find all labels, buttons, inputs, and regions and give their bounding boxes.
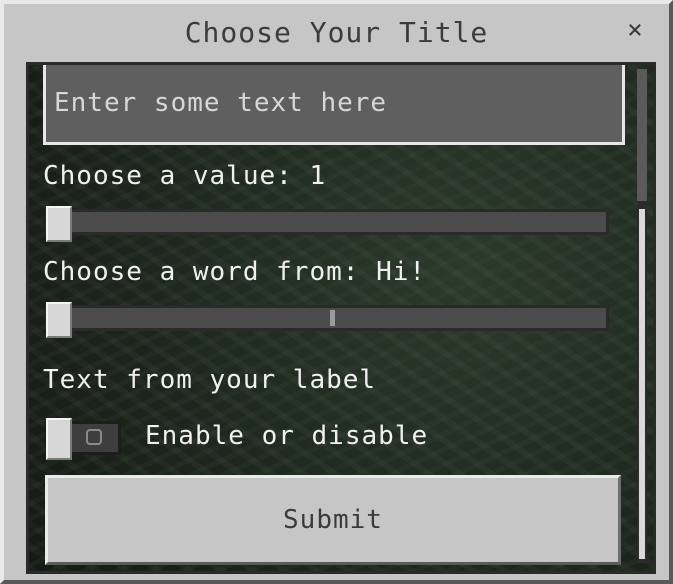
form-content: Enter some text here Choose a value: 1 C… (26, 62, 656, 574)
text-input[interactable]: Enter some text here (43, 65, 625, 145)
value-slider-label: Choose a value: 1 (43, 161, 327, 191)
toggle-label: Enable or disable (145, 421, 429, 451)
value-slider[interactable] (45, 206, 609, 242)
word-slider-thumb[interactable] (46, 302, 72, 338)
toggle-off-icon (86, 429, 102, 445)
scrollbar-track-highlight (639, 209, 645, 559)
enable-toggle[interactable] (45, 418, 121, 460)
scrollbar[interactable] (637, 69, 647, 563)
word-slider-tick (330, 310, 335, 326)
toggle-knob[interactable] (46, 418, 72, 460)
word-slider[interactable] (45, 302, 609, 338)
form-dialog: Choose Your Title × Enter some text here… (0, 0, 673, 584)
scrollbar-thumb[interactable] (637, 69, 647, 201)
static-text-label: Text from your label (43, 365, 377, 395)
dialog-title: Choose Your Title (184, 16, 489, 49)
submit-button[interactable]: Submit (45, 475, 621, 565)
word-slider-label: Choose a word from: Hi! (43, 257, 427, 287)
close-icon[interactable]: × (623, 17, 647, 43)
value-slider-thumb[interactable] (46, 206, 72, 242)
